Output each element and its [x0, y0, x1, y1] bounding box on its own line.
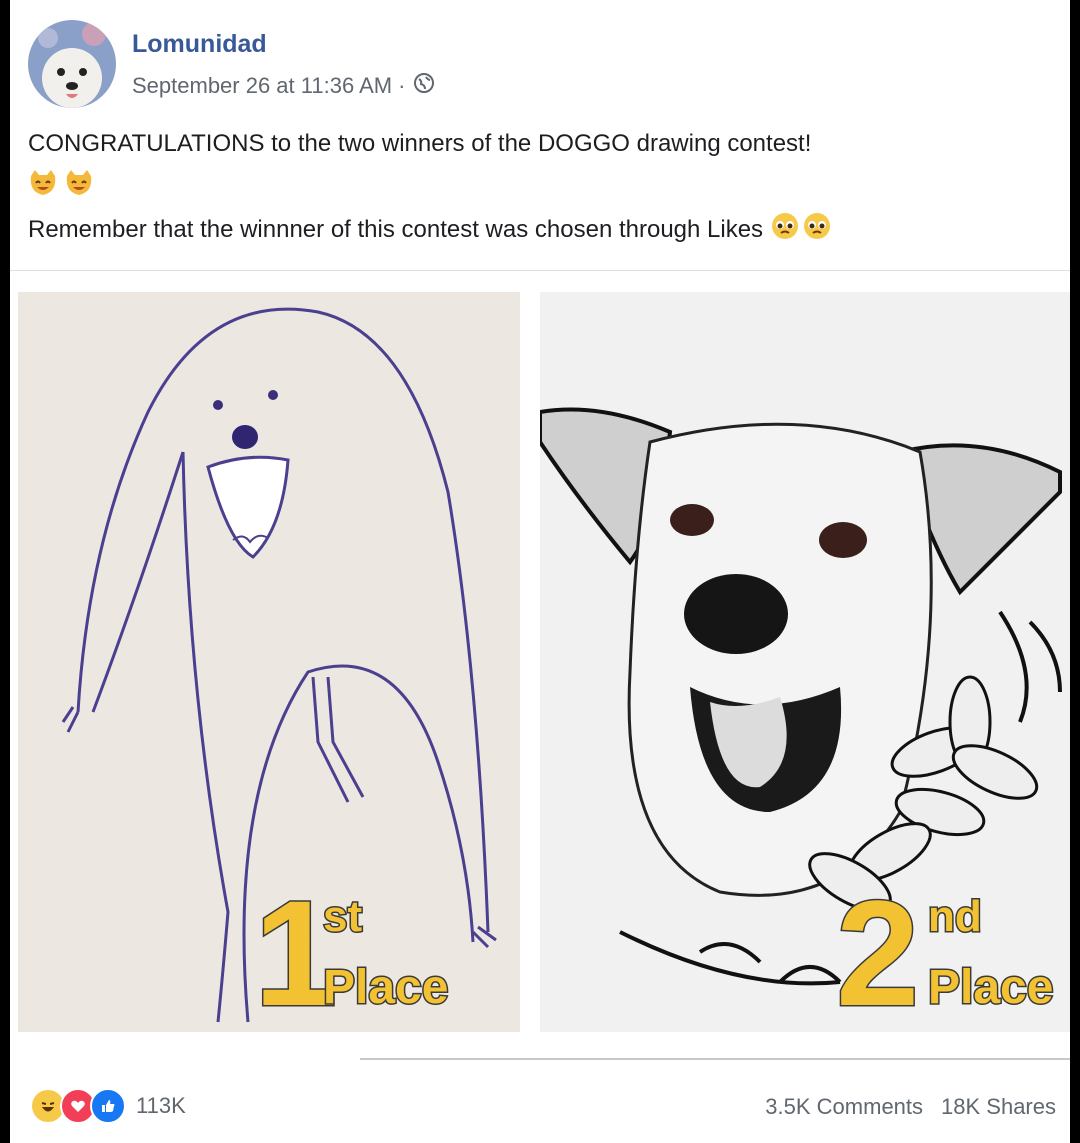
pleading-face-icon	[803, 212, 831, 247]
post-timestamp[interactable]: September 26 at 11:36 AM	[132, 73, 392, 99]
shares-count[interactable]: 18K Shares	[941, 1094, 1056, 1120]
second-place-number: 2	[834, 869, 920, 1032]
like-icon	[90, 1088, 126, 1124]
first-place-suffix: st	[321, 891, 363, 943]
engagement-stats: 3.5K Comments 18K Shares	[765, 1094, 1056, 1120]
pleading-face-icon	[771, 212, 799, 247]
post-card: Lomunidad September 26 at 11:36 AM · CON…	[10, 0, 1070, 1143]
second-place-suffix: nd	[927, 891, 984, 943]
reaction-count: 113K	[136, 1093, 186, 1118]
smiling-cat-emoji-icon	[64, 168, 94, 203]
author-avatar[interactable]	[28, 20, 116, 108]
second-place-label: 2	[834, 877, 920, 1030]
post-text-line2: Remember that the winnner of this contes…	[28, 215, 764, 243]
second-place-drawing[interactable]: 2 nd Place	[540, 292, 1070, 1032]
reactions-summary[interactable]: 113K	[30, 1088, 186, 1124]
globe-icon[interactable]	[413, 72, 435, 100]
post-meta: September 26 at 11:36 AM ·	[132, 72, 435, 100]
second-place-word: Place	[926, 960, 1054, 1016]
footer-divider	[360, 1058, 1070, 1060]
post-text-line2-row: Remember that the winnner of this contes…	[28, 212, 1058, 247]
emoji-row	[28, 168, 94, 203]
smiling-cat-emoji-icon	[28, 168, 58, 203]
post-text-line1: CONGRATULATIONS to the two winners of th…	[28, 130, 812, 157]
first-place-word: Place	[321, 960, 449, 1016]
meta-separator: ·	[398, 73, 406, 98]
text-divider	[10, 270, 1070, 271]
author-name[interactable]: Lomunidad	[132, 30, 267, 59]
comments-count[interactable]: 3.5K Comments	[765, 1094, 923, 1120]
first-place-drawing[interactable]: 1 st Place	[18, 292, 520, 1032]
